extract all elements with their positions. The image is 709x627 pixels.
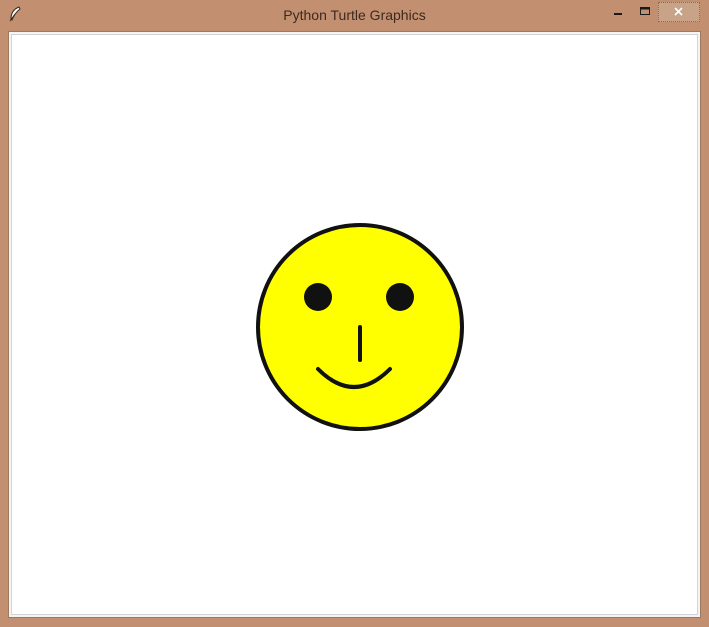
close-button[interactable]	[658, 2, 700, 22]
right-eye	[386, 283, 414, 311]
minimize-icon	[614, 13, 622, 15]
maximize-button[interactable]	[632, 2, 658, 22]
minimize-button[interactable]	[605, 2, 631, 22]
turtle-window: Python Turtle Graphics	[0, 0, 709, 627]
smiley-drawing	[256, 223, 464, 431]
window-title: Python Turtle Graphics	[283, 7, 426, 23]
window-client-area	[8, 31, 701, 618]
left-eye	[304, 283, 332, 311]
close-icon	[674, 7, 683, 16]
maximize-icon	[640, 7, 650, 15]
title-bar[interactable]: Python Turtle Graphics	[0, 0, 709, 30]
turtle-canvas[interactable]	[11, 34, 698, 615]
